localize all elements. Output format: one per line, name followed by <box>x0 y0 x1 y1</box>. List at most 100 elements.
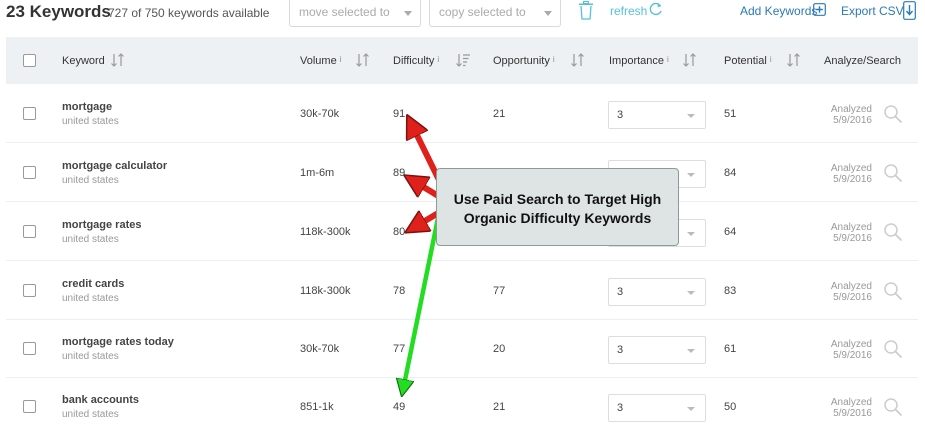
analyzed-status: Analyzed 5/9/2016 <box>830 397 872 419</box>
callout-line-1: Use Paid Search to Target High <box>453 191 662 207</box>
magnifier-icon[interactable] <box>883 397 903 417</box>
keyword-name[interactable]: mortgage rates <box>62 219 141 231</box>
row-checkbox[interactable] <box>23 400 36 413</box>
opportunity-value: 77 <box>493 285 506 297</box>
keyword-location: united states <box>62 116 119 127</box>
row-checkbox[interactable] <box>23 342 36 355</box>
difficulty-value: 78 <box>393 285 406 297</box>
difficulty-value: 77 <box>393 343 406 355</box>
potential-value: 83 <box>724 285 737 297</box>
importance-value: 3 <box>617 344 624 356</box>
magnifier-icon[interactable] <box>883 281 903 301</box>
info-icon[interactable]: i <box>340 55 342 64</box>
difficulty-value: 89 <box>393 167 406 179</box>
importance-select[interactable]: 3 <box>608 394 706 422</box>
column-header-keyword[interactable]: Keyword <box>62 55 105 67</box>
trash-icon[interactable] <box>578 1 594 20</box>
magnifier-icon[interactable] <box>883 104 903 124</box>
magnifier-icon[interactable] <box>883 222 903 242</box>
table-row: credit cards united states 118k-300k 78 … <box>6 262 918 320</box>
chevron-down-icon <box>687 114 695 118</box>
magnifier-icon[interactable] <box>883 163 903 183</box>
move-selected-dropdown[interactable]: move selected to <box>289 0 421 27</box>
keyword-location: united states <box>62 351 119 362</box>
importance-select[interactable]: 3 <box>608 278 706 306</box>
column-header-potential[interactable]: Potential i <box>724 55 772 67</box>
select-all-checkbox[interactable] <box>23 54 36 67</box>
opportunity-value: 21 <box>493 401 506 413</box>
info-icon[interactable]: i <box>437 55 439 64</box>
column-header-analyze-search: Analyze/Search <box>824 55 902 67</box>
potential-value: 50 <box>724 401 737 413</box>
volume-value: 1m-6m <box>300 167 335 179</box>
volume-value: 30k-70k <box>300 343 340 355</box>
chevron-down-icon <box>687 349 695 353</box>
copy-selected-dropdown[interactable]: copy selected to <box>429 0 561 27</box>
row-checkbox[interactable] <box>23 284 36 297</box>
download-icon[interactable] <box>903 1 916 20</box>
keyword-name[interactable]: mortgage rates today <box>62 336 174 348</box>
importance-value: 3 <box>617 286 624 298</box>
volume-value: 118k-300k <box>300 285 351 297</box>
importance-select[interactable]: 3 <box>608 101 706 129</box>
info-icon[interactable]: i <box>770 55 772 64</box>
copy-selected-placeholder: copy selected to <box>439 5 526 19</box>
toolbar: 23 Keywords 727 of 750 keywords availabl… <box>0 0 925 36</box>
keyword-name[interactable]: bank accounts <box>62 394 139 406</box>
sort-icon[interactable] <box>786 52 802 68</box>
sort-icon[interactable] <box>682 52 698 68</box>
importance-value: 3 <box>617 402 624 414</box>
volume-value: 118k-300k <box>300 226 351 238</box>
info-icon[interactable]: i <box>553 55 555 64</box>
sort-desc-icon[interactable] <box>455 52 471 68</box>
keywords-count-title: 23 Keywords <box>6 2 111 21</box>
keyword-location: united states <box>62 175 119 186</box>
difficulty-value: 91 <box>393 108 406 120</box>
analyzed-status: Analyzed 5/9/2016 <box>830 222 872 244</box>
row-checkbox[interactable] <box>23 225 36 238</box>
keyword-name[interactable]: mortgage calculator <box>62 160 167 172</box>
volume-value: 30k-70k <box>300 108 340 120</box>
table-header: Keyword Volume i Difficulty i Opportunity i… <box>6 37 918 84</box>
sort-icon[interactable] <box>570 52 586 68</box>
keyword-location: united states <box>62 234 119 245</box>
opportunity-value: 20 <box>493 343 506 355</box>
chevron-down-icon <box>687 173 695 177</box>
importance-value: 3 <box>617 109 624 121</box>
sort-icon[interactable] <box>355 52 371 68</box>
chevron-down-icon <box>687 232 695 236</box>
importance-select[interactable]: 3 <box>608 336 706 364</box>
refresh-button[interactable]: refresh <box>610 4 647 18</box>
analyzed-status: Analyzed 5/9/2016 <box>830 339 872 361</box>
callout-line-2: Organic Difficulty Keywords <box>463 210 652 226</box>
opportunity-value: 21 <box>493 108 506 120</box>
keyword-location: united states <box>62 293 119 304</box>
analyzed-status: Analyzed 5/9/2016 <box>830 104 872 126</box>
annotation-callout: Use Paid Search to Target High Organic D… <box>436 168 679 246</box>
column-header-opportunity[interactable]: Opportunity i <box>493 55 555 67</box>
keyword-name[interactable]: credit cards <box>62 278 124 290</box>
plus-square-icon[interactable] <box>813 3 826 16</box>
table-row: mortgage united states 30k-70k 91 21 3 5… <box>6 85 918 143</box>
magnifier-icon[interactable] <box>883 339 903 359</box>
move-selected-placeholder: move selected to <box>299 5 390 19</box>
refresh-icon[interactable] <box>649 2 663 16</box>
keyword-name[interactable]: mortgage <box>62 101 112 113</box>
potential-value: 61 <box>724 343 737 355</box>
table-row: bank accounts united states 851-1k 49 21… <box>6 378 918 433</box>
row-checkbox[interactable] <box>23 166 36 179</box>
potential-value: 51 <box>724 108 737 120</box>
difficulty-value: 49 <box>393 401 406 413</box>
sort-icon[interactable] <box>110 52 126 68</box>
export-csv-button[interactable]: Export CSV <box>841 4 904 18</box>
column-header-difficulty[interactable]: Difficulty i <box>393 55 439 67</box>
column-header-volume[interactable]: Volume i <box>300 55 341 67</box>
table-row: mortgage rates today united states 30k-7… <box>6 320 918 378</box>
add-keywords-button[interactable]: Add Keywords <box>740 4 817 18</box>
column-header-importance[interactable]: Importance i <box>609 55 669 67</box>
potential-value: 84 <box>724 167 737 179</box>
analyzed-status: Analyzed 5/9/2016 <box>830 163 872 185</box>
keyword-location: united states <box>62 409 119 420</box>
info-icon[interactable]: i <box>667 55 669 64</box>
row-checkbox[interactable] <box>23 107 36 120</box>
